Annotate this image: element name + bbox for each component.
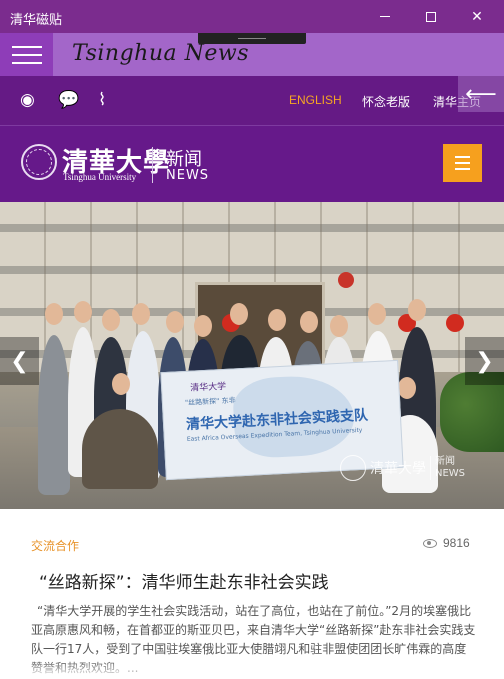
view-count: 9816 bbox=[423, 536, 470, 550]
carousel-prev-button[interactable]: ❮ bbox=[0, 337, 39, 385]
tsinghua-seal-logo bbox=[21, 144, 57, 180]
scroll-fade bbox=[0, 660, 504, 679]
watermark-seal-icon bbox=[340, 455, 366, 481]
site-menu-button[interactable] bbox=[443, 144, 482, 182]
carousel-next-button[interactable]: ❯ bbox=[465, 337, 504, 385]
banner-logo-text: 清华大学 bbox=[189, 381, 227, 394]
nav-link-english[interactable]: ENGLISH bbox=[289, 93, 342, 107]
brand-name-en: Tsinghua University bbox=[63, 172, 137, 182]
article-card[interactable]: 交流合作 9816 “丝路新探”：清华师生赴东非社会实践 “清华大学开展的学生社… bbox=[0, 509, 504, 679]
minimize-icon[interactable] bbox=[362, 0, 408, 33]
article-headline[interactable]: “丝路新探”：清华师生赴东非社会实践 bbox=[39, 568, 329, 593]
chevron-left-icon: ❮ bbox=[10, 348, 29, 374]
section-name-en: NEWS bbox=[166, 168, 210, 183]
weibo-icon[interactable]: ◉ bbox=[20, 90, 35, 110]
top-nav: ◉ 💬 ⌇ ENGLISH 怀念老版 清华主页 bbox=[0, 76, 504, 126]
close-icon[interactable]: ✕ bbox=[454, 0, 500, 33]
wechat-icon[interactable]: 💬 bbox=[58, 90, 79, 110]
window-titlebar: 清华磁贴 ✕ bbox=[0, 0, 504, 33]
photo-watermark: 清華大學 新闻 NEWS bbox=[340, 455, 465, 481]
app-header: Tsinghua News bbox=[0, 33, 504, 76]
window-title: 清华磁贴 bbox=[10, 13, 63, 28]
hamburger-menu-button[interactable] bbox=[0, 33, 53, 76]
emblem bbox=[338, 272, 354, 288]
maximize-icon[interactable] bbox=[408, 0, 454, 33]
carousel-image[interactable]: 清华大学 "丝路新探" 东非 清华大学赴东非社会实践支队 East Africa… bbox=[0, 202, 504, 509]
article-category[interactable]: 交流合作 bbox=[31, 537, 79, 554]
watermark-news-cn: 新闻 bbox=[435, 456, 455, 467]
back-arrow-icon[interactable]: ⟵ bbox=[458, 76, 504, 112]
banner-subtitle: "丝路新探" 东非 bbox=[184, 396, 236, 408]
chevron-right-icon: ❯ bbox=[475, 348, 494, 374]
rss-icon[interactable]: ⌇ bbox=[98, 90, 106, 110]
nav-link-old-version[interactable]: 怀念老版 bbox=[362, 93, 410, 110]
brand-divider bbox=[152, 147, 153, 183]
app-title: Tsinghua News bbox=[72, 41, 249, 66]
brand-bar: 清華大學 Tsinghua University 新闻 NEWS bbox=[0, 126, 504, 202]
view-count-value: 9816 bbox=[443, 536, 470, 550]
watermark-news-en: NEWS bbox=[435, 468, 466, 479]
eye-icon bbox=[423, 538, 437, 548]
watermark-brand: 清華大學 bbox=[370, 461, 426, 477]
drag-handle[interactable] bbox=[198, 33, 306, 44]
